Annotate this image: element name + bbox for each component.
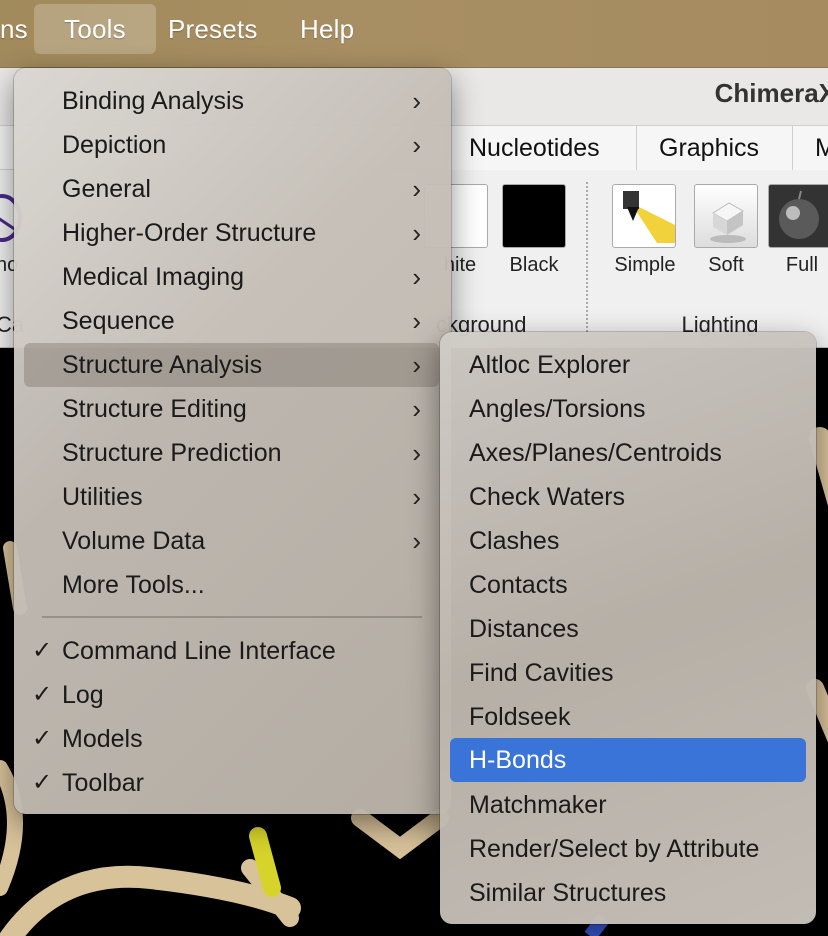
lighting-simple-button[interactable] bbox=[612, 184, 676, 248]
toolbar-separator bbox=[586, 182, 588, 332]
menu-item-label: General bbox=[62, 175, 151, 203]
chevron-right-icon: › bbox=[412, 438, 421, 468]
menu-item-label: Binding Analysis bbox=[62, 87, 245, 115]
lighting-simple-label: Simple bbox=[614, 254, 676, 276]
submenu-item-render-select-by-attribute[interactable]: Render/Select by Attribute bbox=[450, 827, 806, 871]
menu-item-command-line-interface[interactable]: ✓ Command Line Interface bbox=[24, 629, 439, 673]
menu-item-label: More Tools... bbox=[62, 571, 205, 599]
menu-item-label: Toolbar bbox=[62, 769, 144, 797]
menu-item-label: Depiction bbox=[62, 131, 167, 159]
submenu-item-find-cavities[interactable]: Find Cavities bbox=[450, 651, 806, 695]
submenu-item-axes-planes-centroids[interactable]: Axes/Planes/Centroids bbox=[450, 431, 806, 475]
menu-item-label: Structure Editing bbox=[62, 395, 247, 423]
menu-item-higher-order-structure[interactable]: Higher-Order Structure › bbox=[24, 211, 439, 255]
submenu-item-h-bonds[interactable]: H-Bonds bbox=[450, 738, 806, 782]
menu-item-label: Structure Prediction bbox=[62, 439, 282, 467]
lighting-full-label: Full bbox=[785, 254, 819, 276]
submenu-item-altloc-explorer[interactable]: Altloc Explorer bbox=[450, 343, 806, 387]
menu-item-label: Utilities bbox=[62, 483, 143, 511]
menu-item-general[interactable]: General › bbox=[24, 167, 439, 211]
submenu-item-similar-structures[interactable]: Similar Structures bbox=[450, 871, 806, 915]
menubar-item-tools[interactable]: Tools bbox=[34, 4, 156, 54]
menu-item-utilities[interactable]: Utilities › bbox=[24, 475, 439, 519]
chevron-right-icon: › bbox=[412, 174, 421, 204]
menu-item-structure-editing[interactable]: Structure Editing › bbox=[24, 387, 439, 431]
spotlight-icon bbox=[623, 191, 675, 243]
chevron-right-icon: › bbox=[412, 394, 421, 424]
background-black-button[interactable] bbox=[502, 184, 566, 248]
menu-item-label: Sequence bbox=[62, 307, 175, 335]
chevron-right-icon: › bbox=[412, 306, 421, 336]
lighting-full-button[interactable] bbox=[768, 184, 828, 248]
menu-item-label: Volume Data bbox=[62, 527, 206, 555]
cube-icon bbox=[710, 202, 746, 243]
background-black-label: Black bbox=[509, 254, 559, 276]
window-title: ChimeraX bbox=[714, 78, 828, 108]
structure-analysis-submenu: Altloc Explorer Angles/Torsions Axes/Pla… bbox=[440, 332, 816, 924]
menu-item-more-tools[interactable]: More Tools... bbox=[24, 563, 439, 607]
submenu-item-angles-torsions[interactable]: Angles/Torsions bbox=[450, 387, 806, 431]
menubar: ns Tools Presets Help bbox=[0, 0, 828, 68]
chevron-right-icon: › bbox=[412, 86, 421, 116]
lighting-soft-button[interactable] bbox=[694, 184, 758, 248]
submenu-item-foldseek[interactable]: Foldseek bbox=[450, 695, 806, 739]
submenu-item-clashes[interactable]: Clashes bbox=[450, 519, 806, 563]
menu-item-log[interactable]: ✓ Log bbox=[24, 673, 439, 717]
menu-item-medical-imaging[interactable]: Medical Imaging › bbox=[24, 255, 439, 299]
tab-nucleotides[interactable]: Nucleotides bbox=[446, 126, 636, 170]
checkmark-icon: ✓ bbox=[32, 725, 53, 752]
menu-item-label: Higher-Order Structure bbox=[62, 219, 317, 247]
checkmark-icon: ✓ bbox=[32, 769, 53, 796]
menu-item-label: Models bbox=[62, 725, 143, 753]
menu-item-label: Command Line Interface bbox=[62, 637, 336, 665]
chevron-right-icon: › bbox=[412, 350, 421, 380]
menu-item-binding-analysis[interactable]: Binding Analysis › bbox=[24, 79, 439, 123]
tab-graphics[interactable]: Graphics bbox=[636, 126, 792, 170]
menu-item-toolbar[interactable]: ✓ Toolbar bbox=[24, 761, 439, 805]
submenu-item-distances[interactable]: Distances bbox=[450, 607, 806, 651]
menu-item-volume-data[interactable]: Volume Data › bbox=[24, 519, 439, 563]
menu-item-label: Log bbox=[62, 681, 104, 709]
chevron-right-icon: › bbox=[412, 218, 421, 248]
menu-item-structure-prediction[interactable]: Structure Prediction › bbox=[24, 431, 439, 475]
chevron-right-icon: › bbox=[412, 482, 421, 512]
lighting-soft-label: Soft bbox=[708, 254, 744, 276]
menu-item-models[interactable]: ✓ Models bbox=[24, 717, 439, 761]
menu-separator bbox=[42, 616, 422, 618]
tools-menu: Binding Analysis › Depiction › General › Hi… bbox=[14, 68, 451, 814]
checkmark-icon: ✓ bbox=[32, 681, 53, 708]
apple-icon bbox=[779, 190, 819, 239]
chevron-right-icon: › bbox=[412, 130, 421, 160]
menubar-item-help[interactable]: Help bbox=[286, 4, 368, 54]
submenu-item-check-waters[interactable]: Check Waters bbox=[450, 475, 806, 519]
menubar-item-presets[interactable]: Presets bbox=[154, 4, 272, 54]
chevron-right-icon: › bbox=[412, 526, 421, 556]
submenu-item-contacts[interactable]: Contacts bbox=[450, 563, 806, 607]
menu-item-label: Medical Imaging bbox=[62, 263, 245, 291]
tab-more[interactable]: M bbox=[792, 126, 828, 170]
checkmark-icon: ✓ bbox=[32, 637, 53, 664]
chevron-right-icon: › bbox=[412, 262, 421, 292]
submenu-item-matchmaker[interactable]: Matchmaker bbox=[450, 783, 806, 827]
menu-item-structure-analysis[interactable]: Structure Analysis › bbox=[24, 343, 439, 387]
menu-item-sequence[interactable]: Sequence › bbox=[24, 299, 439, 343]
menu-item-depiction[interactable]: Depiction › bbox=[24, 123, 439, 167]
menu-item-label: Structure Analysis bbox=[62, 351, 263, 379]
